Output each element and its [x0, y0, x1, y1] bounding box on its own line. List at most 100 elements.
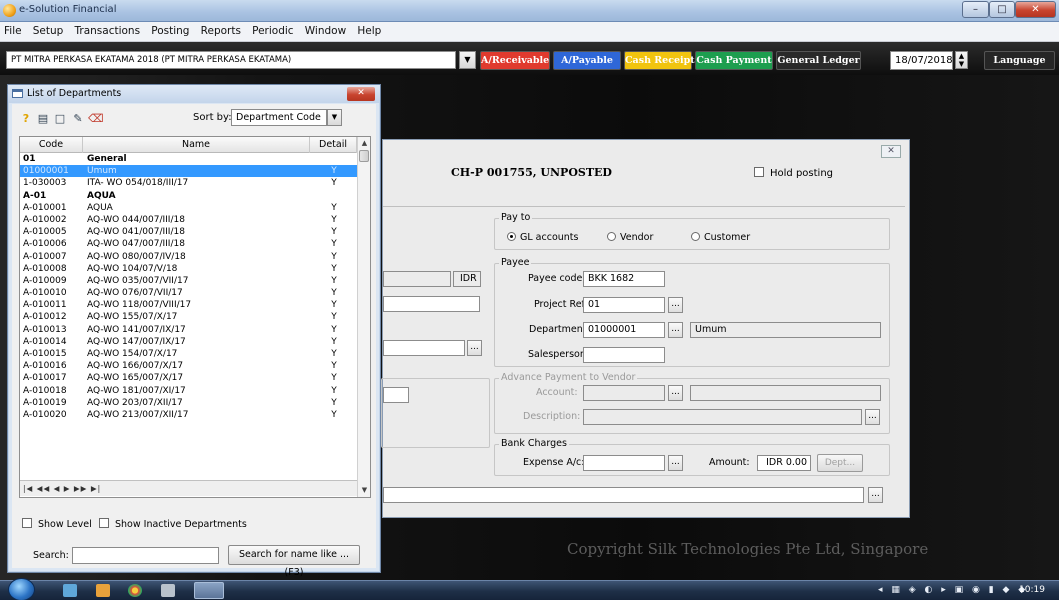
close-icon[interactable]: ✕ [347, 87, 375, 101]
project-ref-field[interactable]: 01 [583, 297, 665, 313]
scroll-down-icon[interactable]: ▼ [358, 484, 370, 497]
scroll-thumb[interactable] [359, 150, 369, 162]
account-lookup-button[interactable]: ... [668, 385, 683, 401]
new-icon[interactable]: □ [52, 110, 68, 126]
cash-payment-button[interactable]: Cash Payment [695, 51, 773, 70]
chevron-down-icon[interactable]: ▼ [327, 109, 342, 126]
scroll-up-icon[interactable]: ▲ [358, 137, 370, 150]
company-select[interactable]: PT MITRA PERKASA EKATAMA 2018 (PT MITRA … [6, 51, 456, 69]
table-row[interactable]: A-010002 AQ-WO 044/007/III/18 Y [20, 214, 357, 226]
table-row[interactable]: A-010009 AQ-WO 035/007/VII/17 Y [20, 275, 357, 287]
column-header-code[interactable]: Code [20, 137, 83, 153]
menu-reports[interactable]: Reports [197, 22, 245, 37]
department-lookup-button[interactable]: ... [668, 322, 683, 338]
table-row[interactable]: 01 General [20, 153, 357, 165]
system-tray[interactable]: ◂ ▦ ◈ ◐ ▸ ▣ ◉ ▮ ◆ ◆ [878, 585, 1028, 595]
date-field[interactable]: 18/07/2018 [890, 51, 953, 70]
table-row[interactable]: 01000001 Umum Y [20, 165, 357, 178]
table-row[interactable]: A-010019 AQ-WO 203/07/XII/17 Y [20, 397, 357, 409]
department-field[interactable]: 01000001 [583, 322, 665, 338]
table-row[interactable]: A-010013 AQ-WO 141/007/IX/17 Y [20, 324, 357, 336]
general-ledger-button[interactable]: General Ledger [776, 51, 861, 70]
show-inactive-checkbox[interactable]: Show Inactive Departments [99, 518, 247, 530]
browser-icon[interactable] [128, 584, 142, 597]
column-header-detail[interactable]: Detail [310, 137, 357, 153]
start-button[interactable] [8, 578, 35, 600]
table-row[interactable]: A-010007 AQ-WO 080/007/IV/18 Y [20, 251, 357, 263]
payable-button[interactable]: A/Payable [553, 51, 621, 70]
column-header-name[interactable]: Name [83, 137, 310, 153]
show-level-checkbox[interactable]: Show Level [22, 518, 92, 530]
bank-charge-amount-field[interactable]: IDR 0.00 [757, 455, 811, 471]
hold-posting-checkbox[interactable]: Hold posting [754, 167, 833, 179]
description-lookup-button[interactable]: ... [865, 409, 880, 425]
radio-selected-icon[interactable] [507, 232, 516, 241]
checkbox-icon[interactable] [99, 518, 109, 528]
minimize-icon[interactable]: – [962, 1, 989, 18]
checkbox-icon[interactable] [754, 167, 764, 177]
properties-icon[interactable]: ▤ [35, 110, 51, 126]
table-row[interactable]: A-010017 AQ-WO 165/007/X/17 Y [20, 372, 357, 384]
pay-to-customer-radio[interactable]: Customer [691, 232, 750, 243]
table-row[interactable]: A-010014 AQ-WO 147/007/IX/17 Y [20, 336, 357, 348]
departments-titlebar[interactable]: List of Departments ✕ [8, 85, 380, 103]
close-icon[interactable]: ✕ [881, 145, 901, 158]
bank-account-field[interactable] [383, 340, 465, 356]
table-row[interactable]: A-01 AQUA [20, 190, 357, 202]
vertical-scrollbar[interactable]: ▲ ▼ [357, 137, 370, 497]
table-row[interactable]: A-010018 AQ-WO 181/007/XI/17 Y [20, 385, 357, 397]
table-row[interactable]: A-010006 AQ-WO 047/007/III/18 Y [20, 238, 357, 250]
expense-account-field[interactable] [583, 455, 665, 471]
salesperson-field[interactable] [583, 347, 665, 363]
cash-receipt-button[interactable]: Cash Receipt [624, 51, 695, 70]
esolution-task-icon[interactable] [194, 582, 224, 599]
pay-to-gl-radio[interactable]: GL accounts [507, 232, 578, 243]
app-icon[interactable] [161, 584, 175, 597]
checkbox-icon[interactable] [22, 518, 32, 528]
menu-setup[interactable]: Setup [29, 22, 68, 37]
table-row[interactable]: A-010012 AQ-WO 155/07/X/17 Y [20, 311, 357, 323]
payee-code-field[interactable]: BKK 1682 [583, 271, 665, 287]
maximize-icon[interactable]: □ [989, 1, 1015, 18]
table-row[interactable]: A-010011 AQ-WO 118/007/VIII/17 Y [20, 299, 357, 311]
language-button[interactable]: Language [984, 51, 1055, 70]
help-icon[interactable]: ? [18, 110, 34, 126]
search-button[interactable]: Search for name like ... (F3) [228, 545, 360, 578]
menu-posting[interactable]: Posting [147, 22, 193, 37]
close-icon[interactable]: ✕ [1015, 1, 1056, 18]
sort-by-select[interactable]: Department Code [231, 109, 327, 126]
table-row[interactable]: A-010005 AQ-WO 041/007/III/18 Y [20, 226, 357, 238]
radio-icon[interactable] [691, 232, 700, 241]
record-navigator[interactable]: |◀ ◀◀ ◀ ▶ ▶▶ ▶| [20, 480, 357, 496]
date-spinner-icon[interactable]: ▲ ▼ [955, 51, 968, 69]
chevron-down-icon[interactable]: ▼ [459, 51, 476, 69]
menu-file[interactable]: File [0, 22, 26, 37]
menu-periodic[interactable]: Periodic [248, 22, 297, 37]
memo-lookup-button[interactable]: ... [868, 487, 883, 503]
explorer-icon[interactable] [63, 584, 77, 597]
menu-help[interactable]: Help [353, 22, 385, 37]
pay-to-vendor-radio[interactable]: Vendor [607, 232, 653, 243]
table-row[interactable]: A-010008 AQ-WO 104/07/V/18 Y [20, 263, 357, 275]
project-ref-lookup-button[interactable]: ... [668, 297, 683, 313]
receivable-button[interactable]: A/Receivable [480, 51, 550, 70]
memo-field[interactable] [383, 487, 864, 503]
reference-field[interactable] [383, 296, 480, 312]
table-row[interactable]: A-010015 AQ-WO 154/07/X/17 Y [20, 348, 357, 360]
media-icon[interactable] [96, 584, 110, 597]
cheque-field[interactable] [383, 387, 409, 403]
edit-icon[interactable]: ✎ [70, 110, 86, 126]
menu-transactions[interactable]: Transactions [71, 22, 145, 37]
search-input[interactable] [72, 547, 219, 564]
table-row[interactable]: A-010001 AQUA Y [20, 202, 357, 214]
expense-account-lookup-button[interactable]: ... [668, 455, 683, 471]
bank-account-lookup-button[interactable]: ... [467, 340, 482, 356]
table-row[interactable]: A-010016 AQ-WO 166/007/X/17 Y [20, 360, 357, 372]
table-row[interactable]: A-010010 AQ-WO 076/07/VII/17 Y [20, 287, 357, 299]
radio-icon[interactable] [607, 232, 616, 241]
delete-icon[interactable]: ⌫ [87, 110, 104, 126]
menu-window[interactable]: Window [301, 22, 350, 37]
table-row[interactable]: A-010020 AQ-WO 213/007/XII/17 Y [20, 409, 357, 421]
dept-button[interactable]: Dept... [817, 454, 863, 472]
table-row[interactable]: 1-030003 ITA- WO 054/018/III/17 Y [20, 177, 357, 189]
